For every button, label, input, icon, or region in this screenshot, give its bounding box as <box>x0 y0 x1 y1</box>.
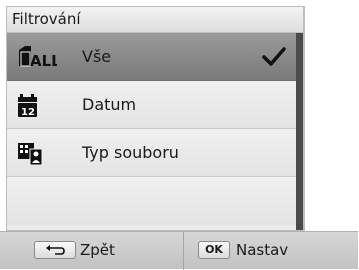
set-button[interactable]: OK Nastav <box>184 232 358 269</box>
list-item-label: Datum <box>82 95 137 114</box>
list-item-date[interactable]: 12 Datum <box>7 81 297 129</box>
calendar-date-icon: 12 <box>17 92 57 118</box>
back-label: Zpět <box>80 241 115 259</box>
filter-list: ALL Vše 12 Datum Typ souboru <box>6 32 304 231</box>
scrollbar[interactable] <box>296 33 303 230</box>
all-files-icon: ALL <box>17 44 61 70</box>
footer-bar: Zpět OK Nastav <box>0 231 358 270</box>
svg-text:ALL: ALL <box>30 52 57 70</box>
list-item-empty <box>7 177 297 225</box>
ok-key: OK <box>198 241 230 259</box>
panel-border <box>304 6 305 231</box>
back-button[interactable]: Zpět <box>0 232 183 269</box>
file-type-icon <box>17 140 57 166</box>
svg-text:12: 12 <box>21 107 35 118</box>
list-item-label: Vše <box>82 47 112 66</box>
back-arrow-icon <box>34 241 76 259</box>
scrollbar-thumb[interactable] <box>296 33 303 230</box>
checkmark-icon <box>261 45 287 69</box>
list-item-all[interactable]: ALL Vše <box>7 33 297 81</box>
dialog-title: Filtrování <box>6 6 304 32</box>
list-item-file-type[interactable]: Typ souboru <box>7 129 297 177</box>
list-item-label: Typ souboru <box>82 143 179 162</box>
filter-dialog: Filtrování ALL Vše 12 Datum Typ souboru … <box>0 0 358 270</box>
set-label: Nastav <box>236 241 289 259</box>
